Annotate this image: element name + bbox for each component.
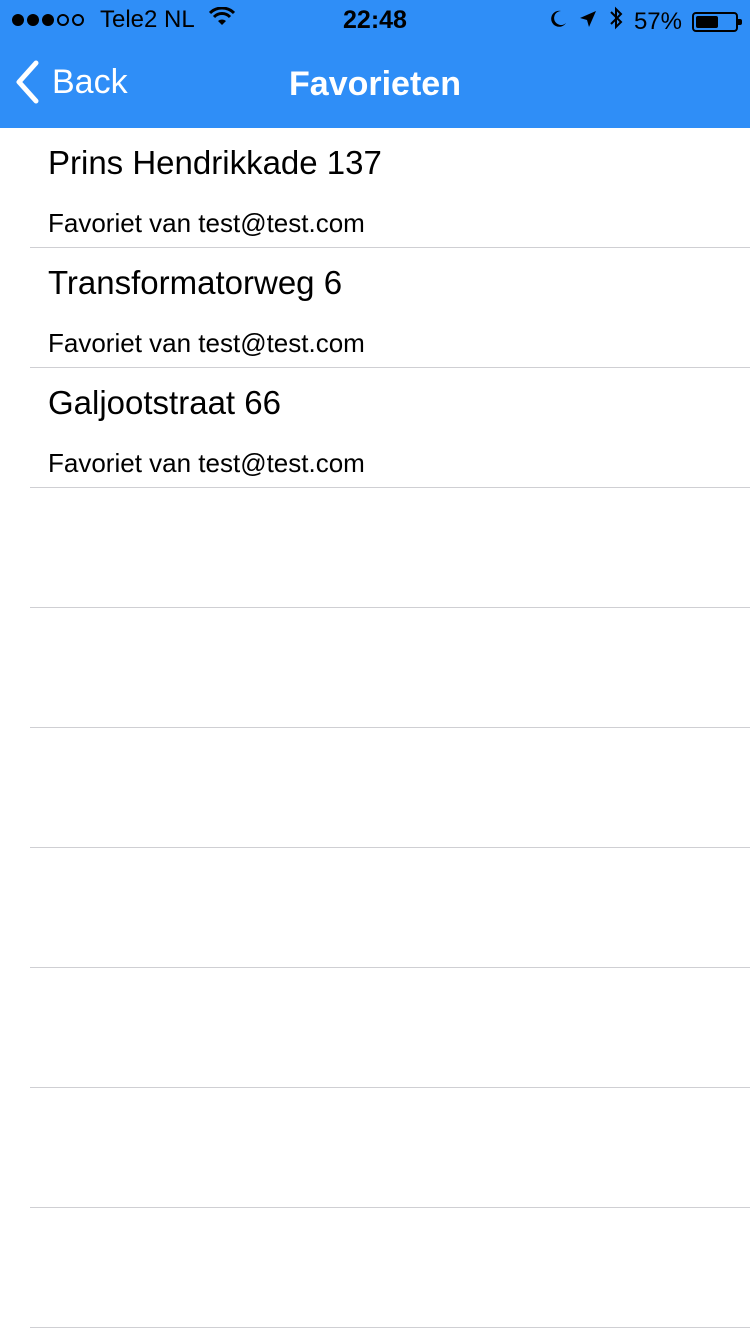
favorite-subtitle: Favoriet van test@test.com bbox=[48, 208, 365, 238]
favorite-address: Galjootstraat 66 bbox=[48, 384, 281, 421]
favorite-row[interactable]: Transformatorweg 6 Favoriet van test@tes… bbox=[30, 248, 750, 368]
empty-row bbox=[30, 488, 750, 608]
empty-row bbox=[30, 848, 750, 968]
favorite-address: Prins Hendrikkade 137 bbox=[48, 144, 382, 181]
moon-icon bbox=[548, 8, 568, 36]
favorite-subtitle: Favoriet van test@test.com bbox=[48, 328, 365, 358]
empty-row bbox=[30, 728, 750, 848]
favorites-list: Prins Hendrikkade 137 Favoriet van test@… bbox=[0, 128, 750, 1328]
empty-row bbox=[30, 1088, 750, 1208]
battery-fill bbox=[696, 15, 718, 28]
page-title: Favorieten bbox=[289, 65, 461, 103]
status-bar: Tele2 NL 22:48 57% bbox=[0, 0, 750, 40]
favorite-row[interactable]: Galjootstraat 66 Favoriet van test@test.… bbox=[30, 368, 750, 488]
status-right: 57% bbox=[548, 6, 742, 37]
favorite-address: Transformatorweg 6 bbox=[48, 264, 343, 301]
empty-row bbox=[30, 1208, 750, 1328]
battery-icon bbox=[692, 11, 742, 32]
top-bar: Tele2 NL 22:48 57% Back Favorieten bbox=[0, 0, 750, 128]
navigation-bar: Back Favorieten bbox=[0, 40, 750, 128]
location-arrow-icon bbox=[578, 8, 598, 36]
favorite-row[interactable]: Prins Hendrikkade 137 Favoriet van test@… bbox=[30, 128, 750, 248]
battery-percent: 57% bbox=[633, 7, 682, 35]
favorite-subtitle: Favoriet van test@test.com bbox=[48, 448, 365, 478]
empty-row bbox=[30, 968, 750, 1088]
empty-row bbox=[30, 608, 750, 728]
bluetooth-icon bbox=[608, 6, 624, 37]
